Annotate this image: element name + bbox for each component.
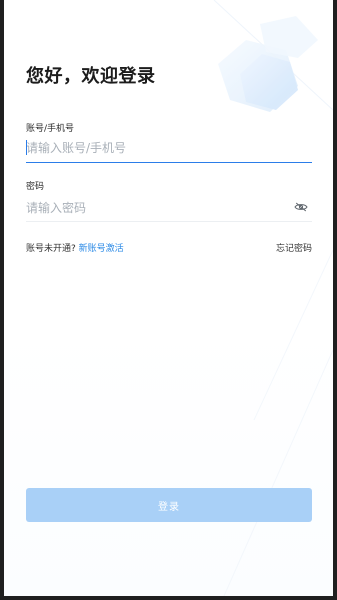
device-frame-bottom xyxy=(0,596,337,600)
text-caret xyxy=(26,140,27,155)
device-frame-right xyxy=(333,0,337,600)
account-not-activated-text: 账号未开通? xyxy=(26,244,76,254)
page-title: 您好，欢迎登录 xyxy=(26,66,156,87)
account-input[interactable] xyxy=(26,136,312,160)
forgot-password-link[interactable]: 忘记密码 xyxy=(276,241,312,254)
password-underline xyxy=(26,221,312,222)
decor-shape-illustration xyxy=(218,16,318,112)
activation-row: 账号未开通? 新账号激活 xyxy=(26,241,124,254)
password-label: 密码 xyxy=(26,182,45,192)
password-input[interactable] xyxy=(26,196,284,220)
login-button[interactable]: 登录 xyxy=(26,488,312,522)
activate-account-link[interactable]: 新账号激活 xyxy=(79,244,124,254)
login-screen: 您好，欢迎登录 账号/手机号 密码 账号未开通? 新账号激活 忘记密码 登录 xyxy=(4,0,333,596)
account-underline xyxy=(26,162,312,163)
account-label: 账号/手机号 xyxy=(26,124,75,134)
eye-off-icon[interactable] xyxy=(294,202,308,212)
